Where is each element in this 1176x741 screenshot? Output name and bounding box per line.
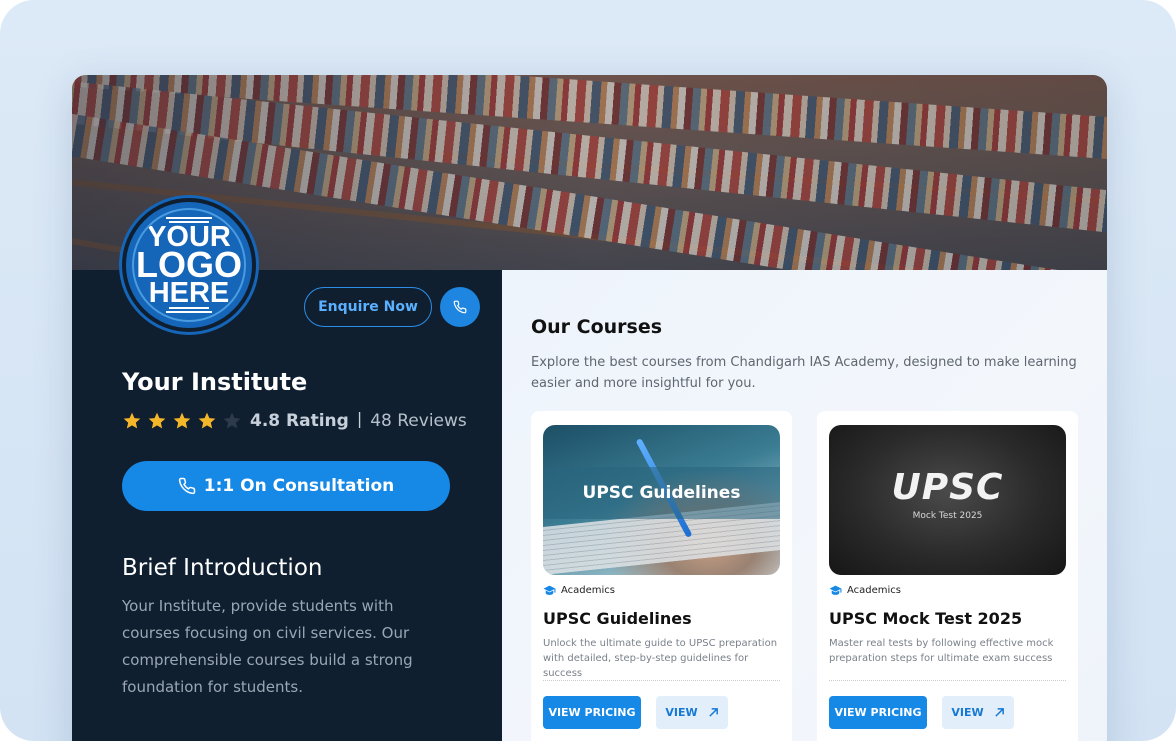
category-tag: Academics [829, 585, 901, 596]
course-card[interactable]: UPSC Mock Test 2025 Academics UPSC Mock … [817, 411, 1078, 741]
call-button[interactable] [440, 287, 480, 327]
view-label: VIEW [665, 706, 698, 719]
reviews-count: 48 Reviews [370, 411, 467, 431]
category-label: Academics [847, 585, 902, 596]
enquire-now-button[interactable]: Enquire Now [304, 287, 432, 327]
course-card[interactable]: UPSC Guidelines Academics UPSC Guideline… [531, 411, 792, 741]
course-image: UPSC Mock Test 2025 [829, 425, 1066, 575]
divider [543, 680, 780, 681]
rating-stars [122, 411, 247, 431]
institute-name: Your Institute [122, 368, 308, 396]
course-description: Master real tests by following effective… [829, 638, 1054, 664]
graduation-cap-icon [829, 585, 842, 595]
view-button[interactable]: VIEW [942, 696, 1014, 729]
brief-introduction-heading: Brief Introduction [122, 555, 323, 581]
arrow-up-right-icon [708, 708, 718, 717]
view-pricing-button[interactable]: VIEW PRICING [543, 696, 641, 729]
courses-description: Explore the best courses from Chandigarh… [531, 355, 1077, 391]
star-icon [223, 412, 241, 429]
divider [829, 680, 1066, 681]
arrow-up-right-icon [994, 708, 1004, 717]
star-icon [173, 412, 191, 429]
image-label: UPSC Guidelines [582, 483, 741, 503]
course-description: Unlock the ultimate guide to UPSC prepar… [543, 638, 778, 679]
category-label: Academics [561, 585, 616, 596]
courses-panel: Our Courses Explore the best courses fro… [502, 270, 1107, 741]
course-title: UPSC Mock Test 2025 [829, 609, 1023, 628]
star-icon [123, 412, 141, 429]
image-subtitle: Mock Test 2025 [912, 511, 983, 521]
consultation-label: 1:1 On Consultation [203, 476, 395, 496]
view-label: VIEW [951, 706, 984, 719]
logo-ring [132, 208, 246, 322]
course-title: UPSC Guidelines [543, 609, 692, 628]
star-icon [148, 412, 166, 429]
profile-card: YOUR LOGO HERE Enquire Now Your Institut… [72, 75, 1107, 741]
category-tag: Academics [543, 585, 615, 596]
course-image: UPSC Guidelines [543, 425, 780, 575]
view-pricing-button[interactable]: VIEW PRICING [829, 696, 927, 729]
phone-icon [453, 300, 467, 314]
rating-value: 4.8 Rating [250, 411, 349, 431]
institute-logo: YOUR LOGO HERE [122, 198, 256, 332]
page-background: YOUR LOGO HERE Enquire Now Your Institut… [0, 0, 1176, 741]
rating-separator: | [356, 408, 363, 428]
brief-introduction-text: Your Institute, provide students with co… [122, 597, 413, 696]
consultation-button[interactable]: 1:1 On Consultation [122, 461, 450, 511]
star-icon [198, 412, 216, 429]
phone-icon [178, 477, 196, 495]
view-button[interactable]: VIEW [656, 696, 728, 729]
graduation-cap-icon [543, 585, 556, 595]
rating-row: 4.8 Rating | 48 Reviews [122, 408, 467, 431]
image-title: UPSC [891, 467, 1004, 508]
courses-heading: Our Courses [531, 316, 663, 338]
